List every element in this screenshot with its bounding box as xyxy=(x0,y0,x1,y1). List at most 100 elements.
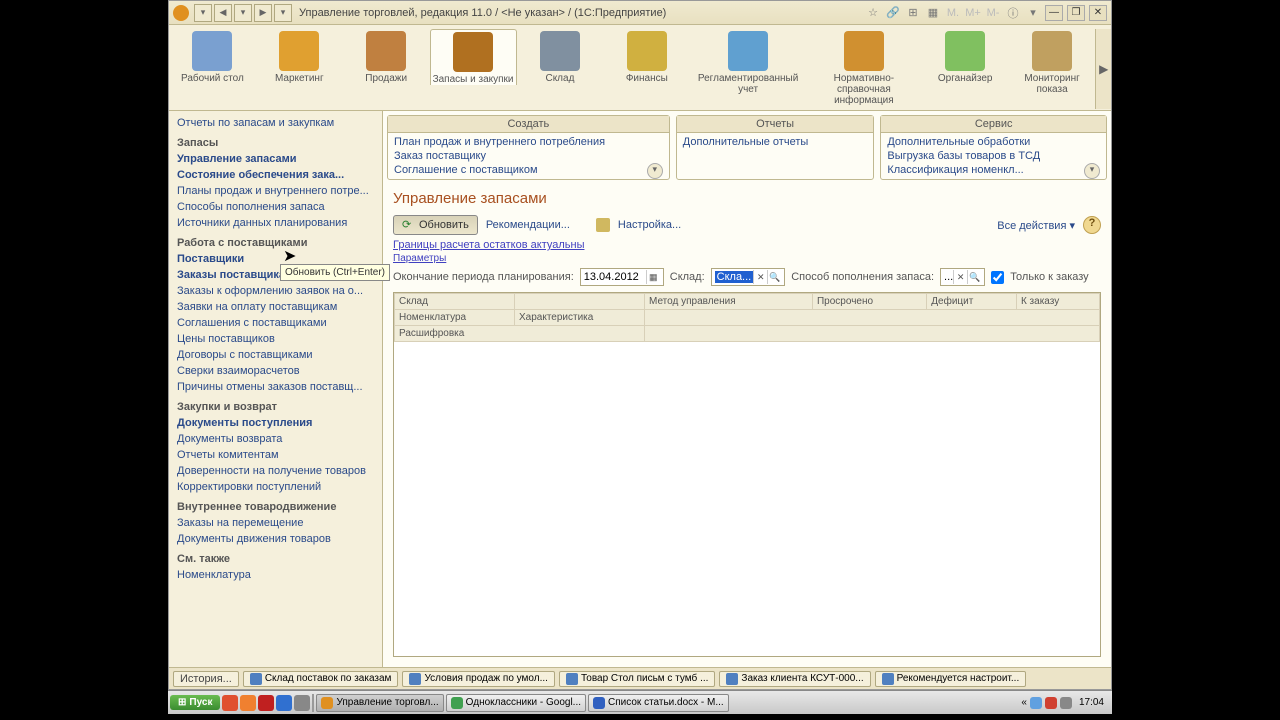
m-plus-icon[interactable]: M+ xyxy=(965,5,981,21)
task-1c[interactable]: Управление торговл... xyxy=(316,694,443,712)
info-icon[interactable]: ⓘ xyxy=(1005,5,1021,21)
bottom-tab-2[interactable]: Товар Стол письм с тумб ... xyxy=(559,671,715,687)
service-link-1[interactable]: Выгрузка базы товаров в ТСД xyxy=(887,149,1100,163)
sidebar-link[interactable]: Способы пополнения запаса xyxy=(175,199,382,215)
calendar-picker-icon[interactable]: ▦ xyxy=(646,270,660,284)
maximize-button[interactable]: ❐ xyxy=(1067,5,1085,21)
tab-reference[interactable]: Нормативно-справочная информация xyxy=(806,29,922,106)
ql-firefox-icon[interactable] xyxy=(240,695,256,711)
start-button[interactable]: ⊞Пуск xyxy=(170,695,220,710)
create-link-0[interactable]: План продаж и внутреннего потребления xyxy=(394,135,663,149)
nav-menu[interactable]: ▾ xyxy=(194,4,212,22)
col-deficit[interactable]: Дефицит xyxy=(927,294,1017,310)
minimize-button[interactable]: — xyxy=(1045,5,1063,21)
tabs-scroll-right[interactable]: ▶ xyxy=(1095,29,1110,109)
create-link-2[interactable]: Соглашение с поставщиком▾ xyxy=(394,163,663,177)
col-method[interactable]: Метод управления xyxy=(645,294,813,310)
hints-link[interactable]: Рекомендации... xyxy=(486,219,570,231)
m-icon[interactable]: M. xyxy=(945,5,961,21)
clear-icon[interactable]: ✕ xyxy=(753,270,767,284)
col-toorder[interactable]: К заказу xyxy=(1016,294,1099,310)
reports-link-0[interactable]: Дополнительные отчеты xyxy=(683,135,868,149)
history-button[interactable]: История... xyxy=(173,671,239,687)
sidebar-link[interactable]: Номенклатура xyxy=(175,567,382,583)
sidebar-link[interactable]: Документы поступления xyxy=(175,415,382,431)
sidebar-link[interactable]: Документы движения товаров xyxy=(175,531,382,547)
task-chrome[interactable]: Одноклассники - Googl... xyxy=(446,694,586,712)
tab-desktop[interactable]: Рабочий стол xyxy=(169,29,256,84)
all-actions-link[interactable]: Все действия ▾ xyxy=(997,219,1075,232)
status-link[interactable]: Границы расчета остатков актуальны xyxy=(383,237,1111,253)
col-nomenclature[interactable]: Номенклатура xyxy=(395,310,515,326)
help-button[interactable]: ? xyxy=(1083,216,1101,234)
tab-regaccounting[interactable]: Регламентированный учет xyxy=(690,29,806,95)
nav-back-menu[interactable]: ▾ xyxy=(234,4,252,22)
tray-icon[interactable] xyxy=(1060,697,1072,709)
ql-ie-icon[interactable] xyxy=(276,695,292,711)
panel-more-icon[interactable]: ▾ xyxy=(1084,163,1100,179)
info-menu[interactable]: ▾ xyxy=(1025,5,1041,21)
warehouse-field[interactable]: Скла... ✕ 🔍 xyxy=(711,268,786,286)
m-minus-icon[interactable]: M- xyxy=(985,5,1001,21)
link-icon[interactable]: 🔗 xyxy=(885,5,901,21)
sidebar-link[interactable]: Заказы на перемещение xyxy=(175,515,382,531)
settings-link[interactable]: Настройка... xyxy=(618,219,681,231)
col-overdue[interactable]: Просрочено xyxy=(812,294,926,310)
sidebar-link[interactable]: Доверенности на получение товаров xyxy=(175,463,382,479)
sidebar-link[interactable]: Соглашения с поставщиками xyxy=(175,315,382,331)
calc-icon[interactable]: ⊞ xyxy=(905,5,921,21)
service-link-0[interactable]: Дополнительные обработки xyxy=(887,135,1100,149)
create-link-1[interactable]: Заказ поставщику xyxy=(394,149,663,163)
tray-icon[interactable] xyxy=(1045,697,1057,709)
ql-app-icon[interactable] xyxy=(294,695,310,711)
sidebar-link[interactable]: Заявки на оплату поставщикам xyxy=(175,299,382,315)
ql-chrome-icon[interactable] xyxy=(222,695,238,711)
bottom-tab-1[interactable]: Условия продаж по умол... xyxy=(402,671,555,687)
sidebar-link[interactable]: Цены поставщиков xyxy=(175,331,382,347)
sidebar-link[interactable]: Состояние обеспечения зака... xyxy=(175,167,382,183)
bottom-tab-0[interactable]: Склад поставок по заказам xyxy=(243,671,399,687)
tab-inventory[interactable]: Запасы и закупки xyxy=(430,29,517,85)
refresh-button[interactable]: ⟳ Обновить xyxy=(393,215,478,235)
col-characteristic[interactable]: Характеристика xyxy=(515,310,645,326)
tray-expand-icon[interactable]: « xyxy=(1021,697,1027,708)
tray-icon[interactable] xyxy=(1030,697,1042,709)
close-button[interactable]: ✕ xyxy=(1089,5,1107,21)
nav-back[interactable]: ◀ xyxy=(214,4,232,22)
sidebar-link[interactable]: Источники данных планирования xyxy=(175,215,382,231)
search-icon[interactable]: 🔍 xyxy=(967,270,981,284)
bottom-tab-4[interactable]: Рекомендуется настроит... xyxy=(875,671,1027,687)
panel-more-icon[interactable]: ▾ xyxy=(647,163,663,179)
tab-finance[interactable]: Финансы xyxy=(603,29,690,84)
search-icon[interactable]: 🔍 xyxy=(767,270,781,284)
sidebar-link[interactable]: Отчеты комитентам xyxy=(175,447,382,463)
system-tray[interactable]: « 17:04 xyxy=(1019,697,1110,709)
sidebar[interactable]: Отчеты по запасам и закупкамЗапасыУправл… xyxy=(169,111,383,667)
tab-marketing[interactable]: Маркетинг xyxy=(256,29,343,84)
method-field[interactable]: ... ✕ 🔍 xyxy=(940,268,985,286)
period-input[interactable] xyxy=(584,271,646,283)
only-order-checkbox[interactable] xyxy=(991,271,1004,284)
service-link-2[interactable]: Классификация номенкл...▾ xyxy=(887,163,1100,177)
nav-fwd-menu[interactable]: ▾ xyxy=(274,4,292,22)
bottom-tab-3[interactable]: Заказ клиента КСУТ-000... xyxy=(719,671,870,687)
ql-opera-icon[interactable] xyxy=(258,695,274,711)
sidebar-link[interactable]: Корректировки поступлений xyxy=(175,479,382,495)
period-field[interactable]: ▦ xyxy=(580,268,664,286)
col-warehouse[interactable]: Склад xyxy=(395,294,515,310)
tab-warehouse[interactable]: Склад xyxy=(517,29,604,84)
clear-icon[interactable]: ✕ xyxy=(953,270,967,284)
sidebar-link[interactable]: Управление запасами xyxy=(175,151,382,167)
col-empty[interactable] xyxy=(515,294,645,310)
sidebar-link[interactable]: Договоры с поставщиками xyxy=(175,347,382,363)
col-detail[interactable]: Расшифровка xyxy=(395,326,645,342)
tab-monitoring[interactable]: Мониторинг показа xyxy=(1009,29,1096,95)
sidebar-link[interactable]: Отчеты по запасам и закупкам xyxy=(175,115,382,131)
favorite-icon[interactable]: ☆ xyxy=(865,5,881,21)
tab-organizer[interactable]: Органайзер xyxy=(922,29,1009,84)
sidebar-link[interactable]: Заказы к оформлению заявок на о... xyxy=(175,283,382,299)
sidebar-link[interactable]: Сверки взаиморасчетов xyxy=(175,363,382,379)
nav-fwd[interactable]: ▶ xyxy=(254,4,272,22)
clock[interactable]: 17:04 xyxy=(1075,697,1108,708)
sidebar-link[interactable]: Причины отмены заказов поставщ... xyxy=(175,379,382,395)
